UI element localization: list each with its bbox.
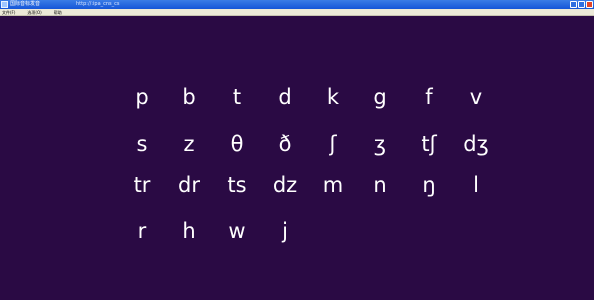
maximize-button[interactable] bbox=[578, 1, 585, 8]
phonetic-symbol-button[interactable]: dz bbox=[262, 171, 308, 199]
phonetic-symbol-button[interactable]: b bbox=[166, 83, 212, 111]
phonetic-symbol-button[interactable]: ts bbox=[214, 171, 260, 199]
phonetic-symbol-button[interactable]: g bbox=[357, 83, 403, 111]
phonetic-symbol-button[interactable]: j bbox=[262, 217, 308, 245]
phonetic-symbol-button[interactable]: ʃ bbox=[310, 130, 356, 158]
symbol-stage bbox=[0, 17, 594, 300]
phonetic-symbol-button[interactable]: f bbox=[406, 83, 452, 111]
phonetic-symbol-button[interactable]: h bbox=[166, 217, 212, 245]
menu-options[interactable]: 选项(O) bbox=[27, 9, 41, 16]
phonetic-symbol-button[interactable]: ð bbox=[262, 130, 308, 158]
app-icon bbox=[1, 1, 8, 8]
corner-mark bbox=[70, 102, 97, 119]
phonetic-symbol-button[interactable]: θ bbox=[214, 130, 260, 158]
phonetic-symbol-button[interactable]: dʒ bbox=[453, 130, 499, 158]
phonetic-symbol-button[interactable]: tʃ bbox=[406, 130, 452, 158]
phonetic-symbol-button[interactable]: l bbox=[453, 171, 499, 199]
phonetic-symbol-button[interactable]: n bbox=[357, 171, 403, 199]
window-controls bbox=[570, 1, 593, 8]
phonetic-symbol-button[interactable]: t bbox=[214, 83, 260, 111]
close-button[interactable] bbox=[586, 1, 593, 8]
phonetic-symbol-button[interactable]: dr bbox=[166, 171, 212, 199]
menu-help[interactable]: 帮助 bbox=[54, 9, 62, 16]
menu-file[interactable]: 文件(F) bbox=[2, 9, 15, 16]
phonetic-symbol-button[interactable]: p bbox=[119, 83, 165, 111]
window-path: http://:ipa_cns_cs bbox=[76, 1, 120, 7]
phonetic-symbol-button[interactable]: w bbox=[214, 217, 260, 245]
phonetic-symbol-button[interactable]: d bbox=[262, 83, 308, 111]
phonetic-symbol-button[interactable]: k bbox=[310, 83, 356, 111]
phonetic-symbol-button[interactable]: s bbox=[119, 130, 165, 158]
phonetic-symbol-button[interactable]: r bbox=[119, 217, 165, 245]
phonetic-symbol-button[interactable]: ŋ bbox=[406, 171, 452, 199]
minimize-button[interactable] bbox=[570, 1, 577, 8]
phonetic-symbol-button[interactable]: ʒ bbox=[357, 130, 403, 158]
phonetic-symbol-button[interactable]: z bbox=[166, 130, 212, 158]
phonetic-symbol-button[interactable]: tr bbox=[119, 171, 165, 199]
menu-bar: 文件(F) 选项(O) 帮助 bbox=[0, 9, 594, 16]
phonetic-symbol-button[interactable]: m bbox=[310, 171, 356, 199]
title-bar: 国际音标发音 http://:ipa_cns_cs bbox=[0, 0, 594, 9]
phonetic-symbol-button[interactable]: v bbox=[453, 83, 499, 111]
